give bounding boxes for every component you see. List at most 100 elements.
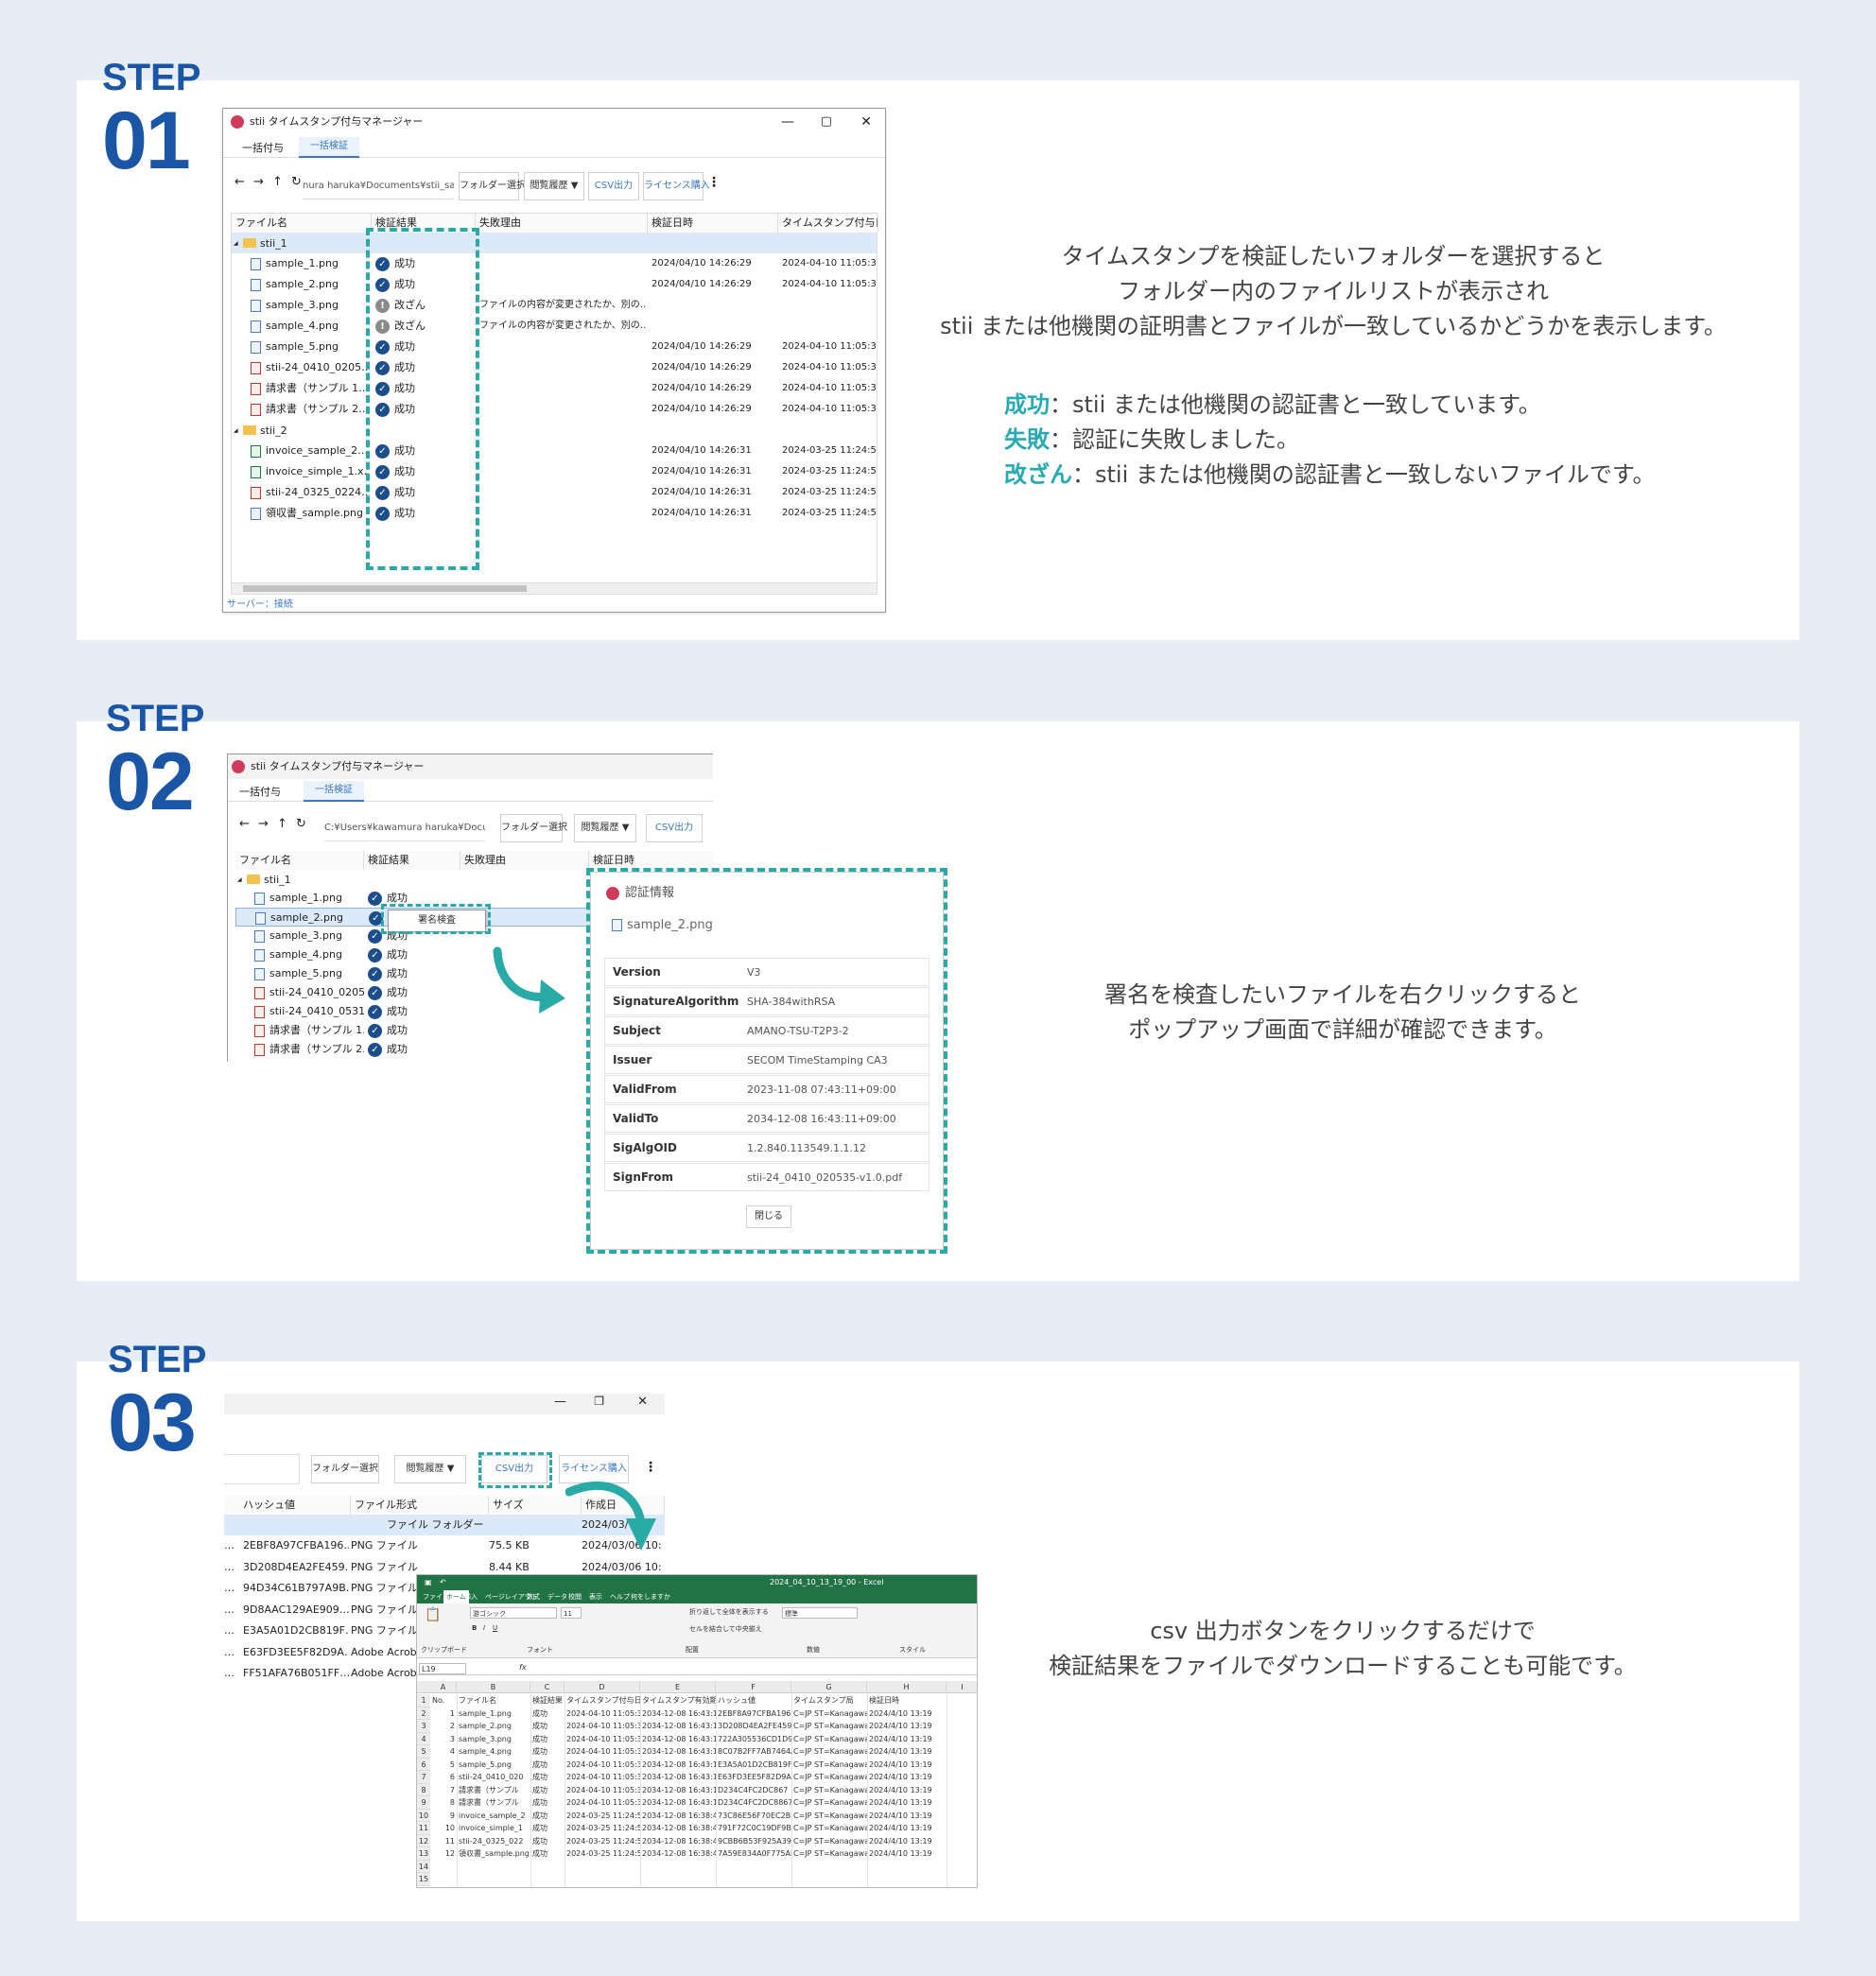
row-number[interactable]: 10 <box>417 1809 430 1822</box>
up-arrow-icon[interactable]: ↑ <box>272 175 283 189</box>
column-letter[interactable]: B <box>457 1681 530 1693</box>
more-menu-icon[interactable]: ⋮ <box>707 175 721 190</box>
row-number[interactable]: 15 <box>417 1873 430 1886</box>
row-number[interactable]: 2 <box>417 1707 430 1720</box>
excel-cell[interactable]: 2024-04-10 11:05:37 <box>566 1784 640 1797</box>
excel-cell[interactable]: 2024-04-10 11:05:37 <box>566 1733 640 1746</box>
excel-cell[interactable]: 2024/4/10 13:19 <box>869 1733 947 1746</box>
maximize-icon[interactable]: ❐ <box>594 1395 604 1408</box>
excel-cell[interactable]: 成功 <box>532 1707 565 1721</box>
refresh-icon[interactable]: ↻ <box>296 817 306 831</box>
excel-cell[interactable]: 2034-12-08 16:43:11 <box>642 1707 716 1721</box>
table-row[interactable]: sample_3.png! 改ざん ファイルの内容が変更されたか、別の… <box>232 295 877 316</box>
column-letter[interactable]: H <box>867 1681 947 1693</box>
tab-bulk-verify[interactable]: 一括検証 <box>299 137 359 158</box>
font-size-field[interactable]: 11 <box>561 1607 582 1619</box>
table-row[interactable]: invoice_sample_2… ✓ 成功 2024/04/10 14:26:31 2… <box>232 441 877 461</box>
excel-cell[interactable]: sample_5.png <box>459 1759 530 1772</box>
history-button[interactable]: 閲覧履歴 ▼ <box>394 1455 466 1483</box>
path-field[interactable] <box>224 1454 300 1484</box>
row-number[interactable]: 3 <box>417 1720 430 1733</box>
excel-cell[interactable]: D234C4FC2DC867 <box>718 1784 791 1797</box>
col-hash[interactable]: ハッシュ値 <box>224 1496 351 1515</box>
row-number[interactable]: 4 <box>417 1732 430 1745</box>
excel-cell[interactable]: 2034-12-08 16:43:11 <box>642 1733 716 1746</box>
column-letter[interactable]: C <box>530 1681 565 1693</box>
minimize-icon[interactable]: — <box>554 1395 566 1409</box>
excel-cell[interactable]: C=JP ST=Kanagawa <box>793 1733 867 1746</box>
excel-cell[interactable]: C=JP ST=Kanagawa <box>793 1822 867 1835</box>
row-number[interactable]: 5 <box>417 1745 430 1759</box>
csv-export-button[interactable]: CSV出力 <box>588 172 639 200</box>
forward-arrow-icon[interactable]: → <box>258 817 269 831</box>
excel-cell[interactable]: 成功 <box>532 1759 565 1772</box>
excel-menu-item[interactable]: データ <box>547 1590 567 1603</box>
row-number[interactable]: 12 <box>417 1834 430 1847</box>
excel-cell[interactable]: 2024-04-10 11:05:37 <box>566 1796 640 1810</box>
excel-cell[interactable]: 成功 <box>532 1796 565 1810</box>
excel-cell[interactable]: 成功 <box>532 1720 565 1733</box>
excel-menu-item[interactable]: ヘルプ <box>610 1590 630 1603</box>
excel-cell[interactable]: 成功 <box>532 1847 565 1861</box>
excel-menu-item[interactable]: 何をしますか <box>631 1590 670 1603</box>
table-row[interactable]: stii-24_0325_0224… ✓ 成功 2024/04/10 14:26:31… <box>232 482 877 503</box>
excel-cell[interactable]: 6 <box>432 1771 457 1784</box>
excel-cell[interactable]: 2024-04-10 11:05:37 <box>566 1771 640 1784</box>
row-number[interactable]: 11 <box>417 1822 430 1835</box>
row-number[interactable]: 6 <box>417 1758 430 1771</box>
excel-menu-item[interactable]: 校閲 <box>568 1590 582 1603</box>
excel-header-cell[interactable]: ファイル名 <box>459 1694 530 1707</box>
excel-cell[interactable]: 成功 <box>532 1745 565 1759</box>
scrollbar-thumb[interactable] <box>243 585 527 592</box>
col-type[interactable]: ファイル形式 <box>351 1496 489 1515</box>
excel-cell[interactable]: 5 <box>432 1759 457 1772</box>
excel-cell[interactable]: 2034-12-08 16:43:11 <box>642 1796 716 1810</box>
tab-bulk-stamp[interactable]: 一括付与 <box>239 784 281 799</box>
excel-cell[interactable]: C=JP ST=Kanagawa <box>793 1796 867 1810</box>
excel-cell[interactable]: 2024/4/10 13:19 <box>869 1720 947 1733</box>
excel-cell[interactable]: 2024/4/10 13:19 <box>869 1847 947 1861</box>
excel-cell[interactable]: 2024-03-25 11:24:58 <box>566 1822 640 1835</box>
excel-cell[interactable]: stii-24_0325_022 <box>459 1835 530 1848</box>
font-name-field[interactable]: 游ゴシック <box>470 1607 557 1619</box>
excel-header-cell[interactable]: タイムスタンプ局 <box>793 1694 867 1707</box>
excel-cell[interactable]: 2024-03-25 11:24:58 <box>566 1810 640 1823</box>
path-field[interactable]: C:¥Users¥kawamura haruka¥Documen <box>324 815 485 841</box>
folder-row[interactable]: ◢ stii_2 <box>232 420 877 441</box>
table-row[interactable]: 領収書_sample.png ✓ 成功 2024/04/10 14:26:31 2024… <box>232 503 877 524</box>
row-number[interactable]: 14 <box>417 1860 430 1873</box>
refresh-icon[interactable]: ↻ <box>291 175 302 189</box>
minimize-icon[interactable]: — <box>781 109 794 135</box>
license-purchase-button[interactable]: ライセンス購入 <box>643 172 710 200</box>
excel-cell[interactable]: 成功 <box>532 1810 565 1823</box>
horizontal-scrollbar[interactable] <box>232 582 877 594</box>
excel-cell[interactable]: 9CBB6B53F925A394 <box>718 1835 791 1848</box>
excel-cell[interactable]: 4 <box>432 1745 457 1759</box>
paste-icon[interactable]: 📋 <box>425 1607 441 1622</box>
undo-icon[interactable]: ↶ <box>440 1575 446 1590</box>
bold-button[interactable]: B <box>472 1624 477 1632</box>
excel-cell[interactable]: C=JP ST=Kanagawa <box>793 1810 867 1823</box>
excel-cell[interactable]: 2034-12-08 16:43:11 <box>642 1784 716 1797</box>
excel-cell[interactable]: C=JP ST=Kanagawa <box>793 1720 867 1733</box>
excel-cell[interactable]: 2034-12-08 16:38:45 <box>642 1847 716 1861</box>
excel-cell[interactable]: 12 <box>432 1847 457 1861</box>
italic-button[interactable]: I <box>483 1624 485 1632</box>
number-format-field[interactable]: 標準 <box>782 1607 858 1619</box>
excel-cell[interactable]: 9 <box>432 1810 457 1823</box>
excel-cell[interactable]: invoice_sample_2 <box>459 1810 530 1823</box>
underline-button[interactable]: U <box>493 1624 497 1632</box>
excel-cell[interactable]: 3D208D4EA2FE459 <box>718 1720 791 1733</box>
excel-cell[interactable]: 2024/4/10 13:19 <box>869 1796 947 1810</box>
excel-cell[interactable]: E63FD3EE5F82D9A6 <box>718 1771 791 1784</box>
excel-cell[interactable]: 領収書_sample.png <box>459 1847 530 1861</box>
col-filename[interactable]: ファイル名 <box>235 851 364 870</box>
column-letter[interactable]: D <box>565 1681 640 1693</box>
forward-arrow-icon[interactable]: → <box>253 175 264 189</box>
excel-cell[interactable]: 2024/4/10 13:19 <box>869 1771 947 1784</box>
excel-cell[interactable]: 2024-03-25 11:24:58 <box>566 1835 640 1848</box>
excel-cell[interactable]: 8 <box>432 1796 457 1810</box>
excel-cell[interactable]: 成功 <box>532 1835 565 1848</box>
excel-cell[interactable]: 791F72C0C19DF9B <box>718 1822 791 1835</box>
save-icon[interactable]: ▣ <box>425 1575 432 1590</box>
